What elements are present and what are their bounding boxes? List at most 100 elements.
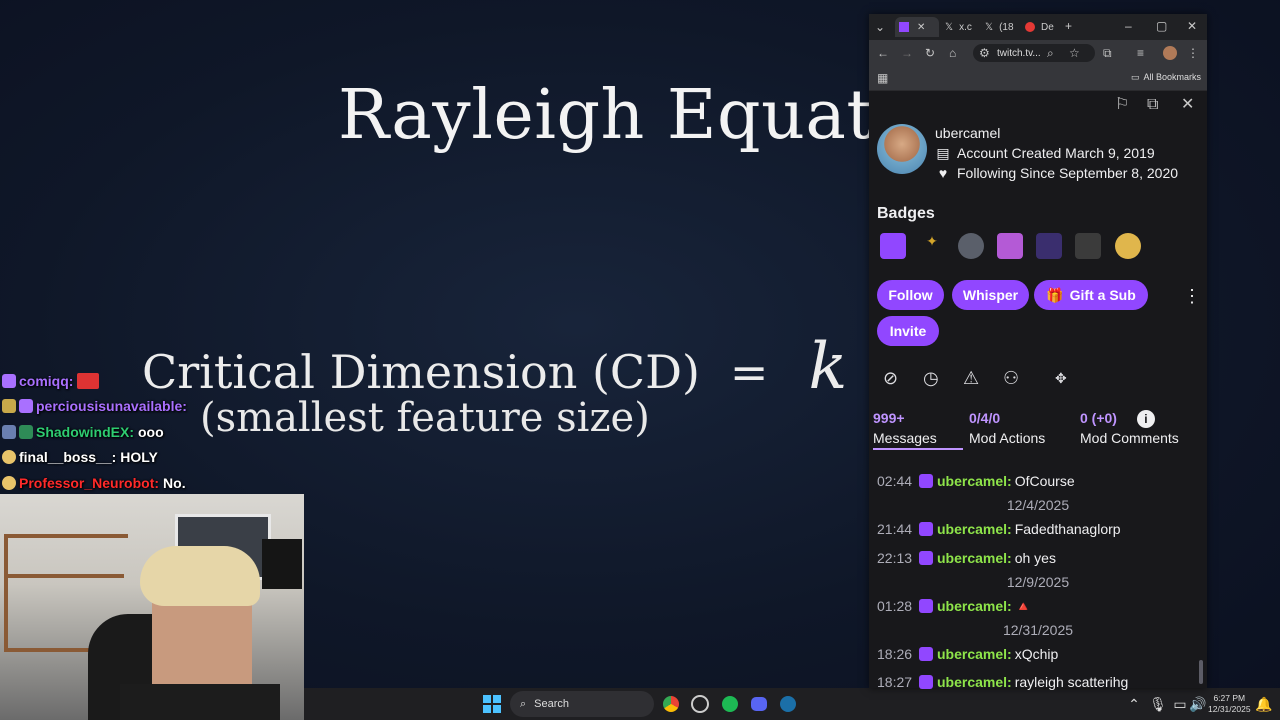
chat-username: ShadowindEX: — [36, 423, 134, 440]
sub-badge-icon — [919, 551, 933, 565]
bookmarks-label: All Bookmarks — [1143, 72, 1202, 82]
log-username[interactable]: ubercamel: — [937, 646, 1012, 662]
info-icon[interactable]: i — [1136, 410, 1155, 428]
bird-badge-icon[interactable]: ✦ — [919, 233, 945, 259]
log-username[interactable]: ubercamel: — [937, 674, 1012, 690]
equation-right: k — [808, 330, 848, 404]
reload-icon[interactable]: ↻ — [925, 46, 935, 60]
badges-heading: Badges — [877, 205, 935, 222]
log-row: 18:27 ubercamel: rayleigh scatterihg — [869, 670, 1207, 694]
speaker-icon[interactable]: 🔊 — [1188, 694, 1208, 714]
bookmarks-bar: ▦ ▭ All Bookmarks — [869, 66, 1207, 91]
chevron-up-icon[interactable]: ⌃ — [1124, 694, 1144, 714]
tab-search-icon[interactable]: ⌄ — [875, 20, 885, 34]
log-username[interactable]: ubercamel: — [937, 521, 1012, 537]
sub-badge-icon — [919, 647, 933, 661]
minimize-icon[interactable]: – — [1125, 19, 1132, 33]
forward-icon[interactable]: → — [901, 46, 913, 60]
log-username[interactable]: ubercamel: — [937, 550, 1012, 566]
twitch-icon — [899, 22, 909, 32]
avatar[interactable] — [877, 124, 927, 174]
steam-icon[interactable] — [778, 694, 798, 714]
close-icon[interactable]: ✕ — [917, 22, 925, 33]
heart-icon: ♥ — [938, 165, 948, 181]
stat-mod-actions[interactable]: 0/4/0 Mod Actions — [969, 410, 1045, 446]
tab-bar: ⌄ ✕ 𝕏x.c 𝕏 (18 De + – ▢ ✕ — [869, 14, 1207, 40]
log-row: 22:13 ubercamel: oh yes — [869, 546, 1207, 570]
tab-3[interactable]: De — [1021, 17, 1058, 37]
all-bookmarks[interactable]: ▭ All Bookmarks — [1131, 72, 1201, 83]
card-username[interactable]: ubercamel — [935, 125, 1000, 141]
extensions-icon[interactable]: ⧉ — [1103, 46, 1112, 60]
overlay-chat-line: ShadowindEX: ooo — [2, 419, 187, 445]
tab-x-1[interactable]: 𝕏x.c — [941, 17, 976, 37]
microphone-icon[interactable]: 🎙 — [1148, 694, 1168, 714]
webcam-hair — [140, 546, 260, 606]
badge-icon — [2, 475, 16, 490]
discord-icon[interactable] — [749, 694, 769, 714]
sub-badge-icon — [919, 599, 933, 613]
chrome-icon[interactable] — [661, 694, 681, 714]
flag-icon[interactable]: ⚐ — [1115, 97, 1129, 113]
stat-label: Mod Actions — [969, 430, 1046, 446]
warning-icon[interactable]: ⚠ — [963, 368, 979, 389]
media-icon[interactable]: ≡ — [1137, 46, 1144, 60]
webcam-feed — [0, 494, 304, 720]
more-icon[interactable]: ⋮ — [1187, 46, 1199, 60]
popout-icon[interactable]: ⧉ — [1147, 97, 1158, 113]
windows-start-icon[interactable] — [482, 694, 502, 714]
log-username[interactable]: ubercamel: — [937, 473, 1012, 489]
bookmark-star-icon[interactable]: ☆ — [1069, 46, 1080, 60]
maximize-icon[interactable]: ▢ — [1156, 19, 1167, 33]
close-card-icon[interactable]: ✕ — [1181, 97, 1194, 113]
more-options-icon[interactable]: ⋮ — [1183, 286, 1201, 307]
stat-mod-comments[interactable]: 0 (+0) i Mod Comments — [1080, 410, 1179, 446]
log-time: 01:28 — [877, 598, 913, 614]
tab-label: (18 — [999, 21, 1014, 33]
window-close-icon[interactable]: ✕ — [1187, 19, 1197, 33]
notification-icon[interactable]: 🔔 — [1254, 694, 1274, 714]
chat-username: perciousisunavailable: — [36, 398, 187, 415]
app-icon[interactable] — [690, 694, 710, 714]
year-2024-badge-icon[interactable] — [1036, 233, 1062, 259]
chat-username: comiqq: — [19, 372, 74, 389]
stat-value-text: 0 (+0) — [1080, 410, 1117, 426]
new-tab-icon[interactable]: + — [1065, 19, 1072, 33]
badge-icon — [2, 399, 16, 414]
whisper-button[interactable]: Whisper — [952, 280, 1029, 310]
tab-twitch[interactable]: ✕ — [895, 17, 939, 37]
chat-username: final__boss__: — [19, 449, 117, 466]
site-info-icon[interactable]: ⚙ — [979, 46, 990, 60]
gift-sub-button[interactable]: 🎁 Gift a Sub — [1034, 280, 1148, 310]
follow-button[interactable]: Follow — [877, 280, 944, 310]
following-since: ♥ Following Since September 8, 2020 — [935, 165, 1178, 181]
overlay-chat-line: Professor_Neurobot: No. — [2, 470, 187, 496]
add-mod-icon[interactable]: ⚇ — [1003, 368, 1019, 389]
apps-grid-icon[interactable]: ▦ — [877, 71, 888, 85]
home-icon[interactable]: ⌂ — [949, 46, 956, 60]
zoom-icon[interactable]: ⌕ — [1047, 46, 1054, 60]
spotify-icon[interactable] — [720, 694, 740, 714]
invite-button[interactable]: Invite — [877, 316, 939, 346]
robot-badge-icon[interactable] — [958, 233, 984, 259]
url-text: twitch.tv... — [997, 47, 1041, 59]
equation-left: Critical Dimension (CD) — [142, 345, 700, 399]
profile-avatar-icon[interactable] — [1163, 46, 1177, 60]
scrollbar-thumb[interactable] — [1199, 660, 1203, 684]
year-2023-badge-icon[interactable] — [997, 233, 1023, 259]
sub-badge-icon[interactable] — [880, 233, 906, 259]
taskbar-search[interactable]: ⌕ Search — [510, 691, 654, 717]
badge-icon — [19, 424, 33, 439]
stat-label: Messages — [873, 430, 937, 446]
taskbar-clock[interactable]: 6:27 PM 12/31/2025 — [1208, 693, 1251, 715]
star-badge-icon[interactable] — [1115, 233, 1141, 259]
chat-message: HOLY — [120, 449, 158, 466]
tab-x-2[interactable]: 𝕏 (18 — [981, 17, 1018, 37]
network-icon[interactable]: ▭ — [1170, 694, 1190, 714]
ban-icon[interactable]: ⊘ — [883, 368, 898, 389]
stat-messages[interactable]: 999+ Messages — [873, 410, 937, 446]
timeout-clock-icon[interactable]: ◷ — [923, 368, 939, 389]
back-icon[interactable]: ← — [877, 46, 889, 60]
year-2025-badge-icon[interactable] — [1075, 233, 1101, 259]
log-username[interactable]: ubercamel: — [937, 598, 1012, 614]
